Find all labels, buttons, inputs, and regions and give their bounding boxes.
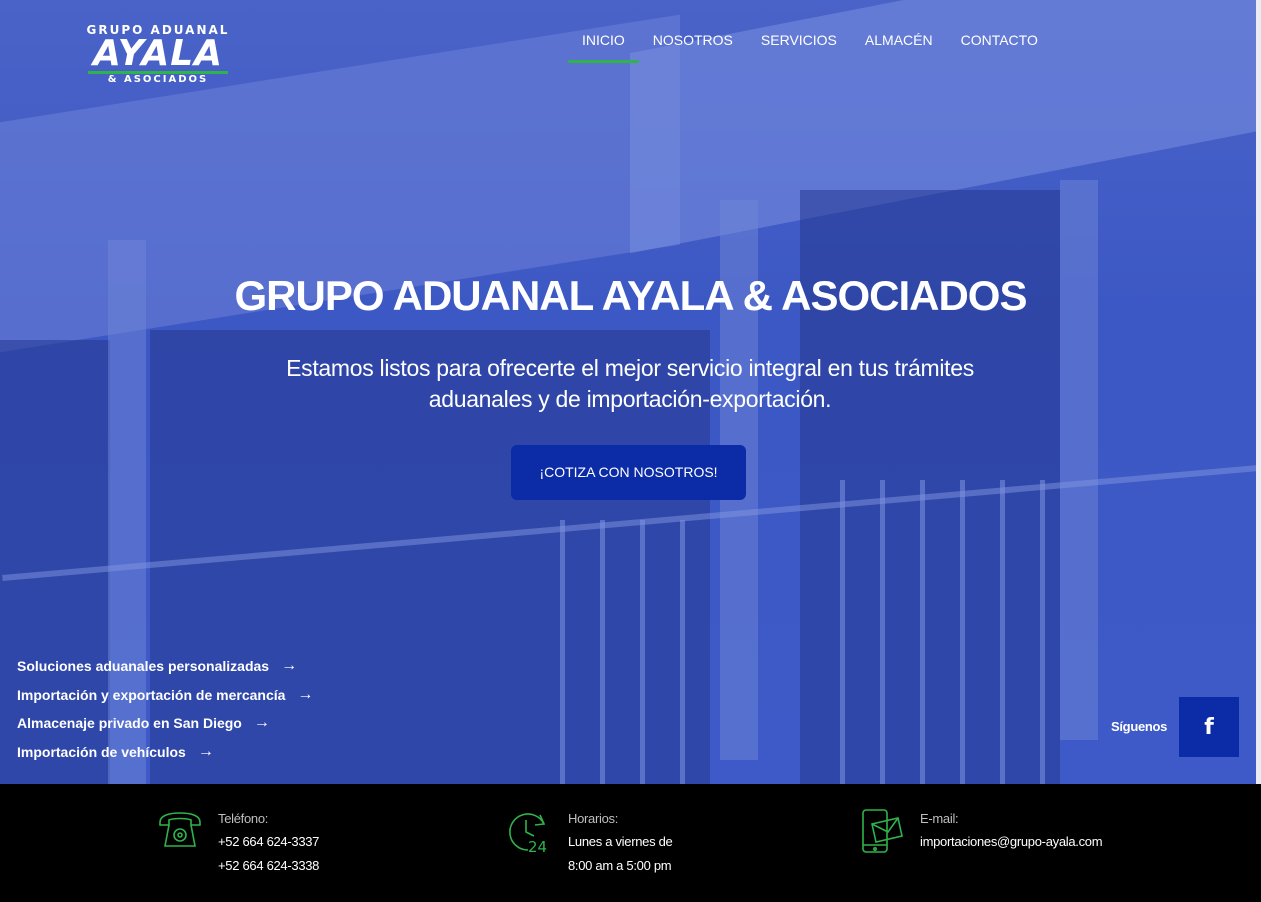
hours-days: Lunes a viernes de	[568, 834, 673, 849]
nav-item-almacen[interactable]: ALMACÉN	[851, 32, 947, 66]
hero-title: GRUPO ADUANAL AYALA & ASOCIADOS	[234, 272, 1028, 319]
logo-line-2: AYALA	[92, 33, 223, 74]
phone-number-2[interactable]: +52 664 624-3338	[218, 854, 319, 878]
email-label: E-mail:	[920, 811, 959, 826]
quick-link-importacion-exportacion[interactable]: Importación y exportación de mercancía →	[17, 681, 313, 710]
nav-item-contacto[interactable]: CONTACTO	[947, 32, 1052, 66]
quick-link-label: Importación y exportación de mercancía	[17, 686, 286, 703]
brand-logo[interactable]: GRUPO ADUANAL AYALA & ASOCIADOS	[82, 24, 234, 86]
main-nav: INICIO NOSOTROS SERVICIOS ALMACÉN CONTAC…	[568, 32, 1052, 66]
phone-number-1[interactable]: +52 664 624-3337	[218, 830, 319, 854]
arrow-right-icon: →	[297, 685, 314, 703]
phone-info: Teléfono: +52 664 624-3337 +52 664 624-3…	[156, 808, 319, 878]
nav-item-inicio[interactable]: INICIO	[568, 32, 639, 66]
hours-label: Horarios:	[568, 811, 619, 826]
quick-link-vehiculos[interactable]: Importación de vehículos →	[17, 738, 313, 767]
facebook-button[interactable]: f	[1179, 697, 1239, 757]
svg-text:24: 24	[528, 838, 547, 856]
phone-label: Teléfono:	[218, 811, 269, 826]
clock-24-icon: 24	[509, 813, 547, 856]
nav-item-nosotros[interactable]: NOSOTROS	[639, 32, 747, 66]
follow-us-label: Síguenos	[1111, 719, 1168, 734]
arrow-right-icon: →	[281, 657, 298, 675]
telephone-icon	[159, 812, 201, 847]
quick-link-soluciones[interactable]: Soluciones aduanales personalizadas →	[17, 652, 313, 681]
hero-section: GRUPO ADUANAL AYALA & ASOCIADOS INICIO N…	[0, 0, 1261, 784]
logo-line-3: & ASOCIADOS	[107, 74, 209, 85]
hours-times: 8:00 am a 5:00 pm	[568, 858, 672, 873]
quick-links: Soluciones aduanales personalizadas → Im…	[17, 652, 313, 766]
email-address[interactable]: importaciones@grupo-ayala.com	[920, 830, 1103, 854]
arrow-right-icon: →	[253, 714, 270, 732]
facebook-icon: f	[1204, 714, 1214, 740]
arrow-right-icon: →	[197, 742, 214, 760]
quick-link-label: Soluciones aduanales personalizadas	[17, 658, 270, 675]
quick-link-label: Importación de vehículos	[17, 743, 186, 760]
email-info: E-mail: importaciones@grupo-ayala.com	[858, 808, 1103, 856]
hours-info: 24 Horarios: Lunes a viernes de 8:00 am …	[506, 808, 673, 878]
hero-subtitle: Estamos listos para ofrecerte el mejor s…	[286, 355, 974, 412]
quick-link-label: Almacenaje privado en San Diego	[17, 715, 242, 732]
nav-item-servicios[interactable]: SERVICIOS	[747, 32, 851, 66]
mobile-mail-icon	[862, 809, 903, 853]
contact-footer: Teléfono: +52 664 624-3337 +52 664 624-3…	[0, 784, 1261, 902]
quick-link-almacenaje[interactable]: Almacenaje privado en San Diego →	[17, 709, 313, 738]
quote-button[interactable]: ¡COTIZA CON NOSOTROS!	[511, 445, 746, 500]
